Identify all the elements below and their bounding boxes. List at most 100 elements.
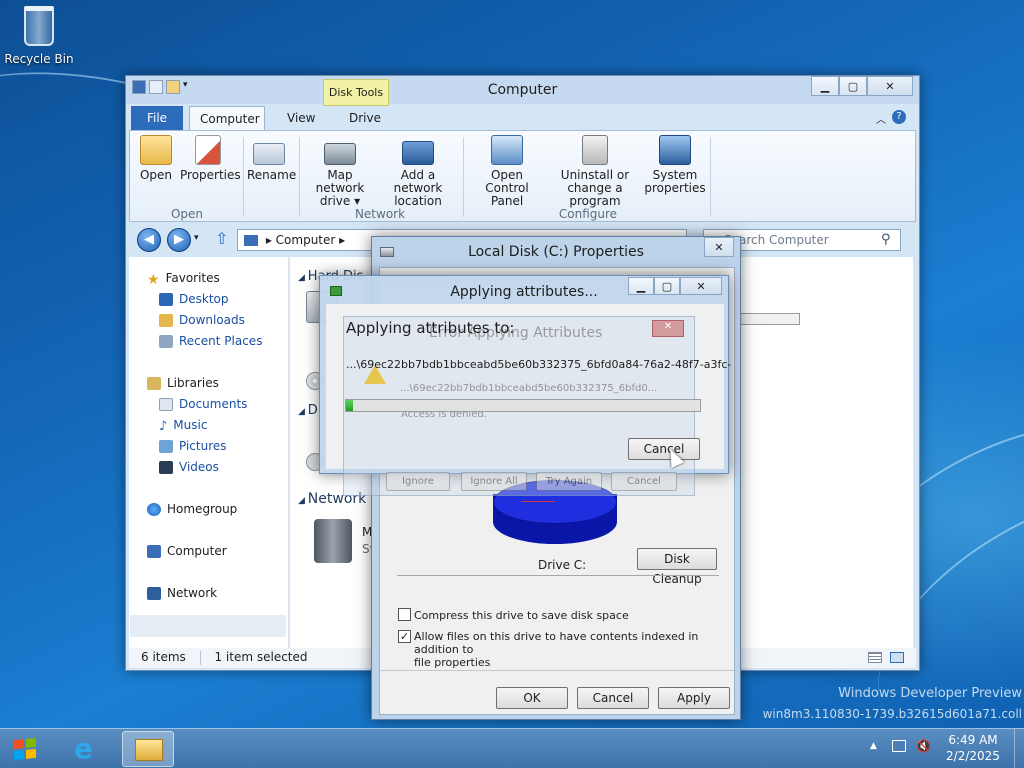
collapse-icon[interactable]: ◢ [298,273,308,283]
index-checkbox[interactable]: ✓ [398,630,411,643]
error-close-button[interactable]: ✕ [652,320,684,337]
progress-fill [346,400,354,411]
drive-label: Drive C: [538,558,587,572]
uninstall-icon [582,135,608,165]
status-divider [199,650,201,665]
nav-favorites-label: Favorites [165,271,220,285]
applying-minimize-button[interactable]: ▁ [628,277,654,295]
clock[interactable]: 6:49 AM 2/2/2025 [940,732,1006,764]
up-arrow-icon[interactable]: ⇧ [215,229,228,248]
uninstall-program-button[interactable]: Uninstall or change a program [546,135,644,208]
disk-cleanup-button[interactable]: Disk Cleanup [637,548,717,586]
tab-file[interactable]: File [131,106,183,130]
add-network-location-label: Add a network [393,168,443,195]
nav-computer[interactable]: Computer [147,544,227,558]
downloads-icon [159,313,173,327]
collapse-icon[interactable]: ◢ [298,496,308,506]
system-properties-button[interactable]: System properties [644,135,706,195]
applying-maximize-button[interactable]: ▢ [654,277,680,295]
devices-header[interactable]: ◢ D [298,403,318,418]
nav-desktop-label: Desktop [179,292,229,306]
maximize-button[interactable]: ▢ [839,76,867,96]
recycle-bin-shortcut[interactable]: Recycle Bin [4,6,74,66]
properties-button[interactable]: Properties [180,135,241,182]
rename-button[interactable]: Rename [247,135,296,182]
videos-icon [159,460,173,474]
navigation-pane: ★ Favorites Desktop Downloads Recent Pla… [129,257,289,648]
help-icon[interactable]: ? [892,110,906,124]
show-hidden-icons[interactable]: ▲ [870,741,877,751]
breadcrumb-chevron-icon[interactable]: ▸ [339,233,345,247]
breadcrumb-computer[interactable]: Computer [276,233,336,247]
collapse-icon[interactable]: ◢ [298,407,308,417]
properties-close-button[interactable]: ✕ [704,237,734,257]
control-panel-icon [491,135,523,165]
search-icon[interactable]: ⚲ [881,232,891,247]
index-label-line1: Allow files on this drive to have conten… [414,630,699,656]
cancel-button[interactable]: Cancel [577,687,649,709]
nav-downloads-label: Downloads [179,313,245,327]
compress-checkbox[interactable] [398,608,411,621]
recent-places-icon [159,334,173,348]
nav-pictures[interactable]: Pictures [159,439,227,453]
close-button[interactable]: ✕ [867,76,913,96]
nav-homegroup-label: Homegroup [167,502,238,516]
minimize-ribbon-icon[interactable]: ︿ [876,111,886,126]
network-computer-item[interactable] [314,519,352,563]
nav-homegroup[interactable]: Homegroup [147,502,237,516]
nav-recent-places[interactable]: Recent Places [159,334,262,348]
nav-videos[interactable]: Videos [159,460,219,474]
taskbar-internet-explorer[interactable]: e [62,731,114,767]
title-bar[interactable]: ▾ Disk Tools Computer ▁ ▢ ✕ [126,76,919,106]
tab-computer[interactable]: Computer [189,106,265,130]
apply-button[interactable]: Apply [658,687,730,709]
minimize-button[interactable]: ▁ [811,76,839,96]
applying-heading: Applying attributes to: [346,319,515,337]
show-desktop-button[interactable] [1014,729,1024,768]
music-icon: ♪ [159,418,168,434]
applying-cancel-button[interactable]: Cancel [628,438,700,460]
nav-desktop[interactable]: Desktop [159,292,229,306]
back-button[interactable]: ◀ [137,228,161,252]
index-label: Allow files on this drive to have conten… [414,630,734,669]
network-tray-icon[interactable] [892,740,906,752]
open-control-panel-button[interactable]: Open Control Panel [468,135,546,208]
nav-favorites[interactable]: ★ Favorites [147,271,220,288]
pictures-icon [159,439,173,453]
tab-drive[interactable]: Drive [339,106,391,130]
index-label-line2: file properties [414,656,491,669]
open-control-panel-label-2: Panel [490,194,524,208]
watermark-line1: Windows Developer Preview [838,686,1022,701]
applying-close-button[interactable]: ✕ [680,277,722,295]
nav-network[interactable]: Network [147,586,217,600]
nav-music[interactable]: ♪ Music [159,418,207,434]
recent-locations-icon[interactable]: ▾ [194,233,199,243]
taskbar-explorer[interactable] [122,731,174,767]
nav-downloads[interactable]: Downloads [159,313,245,327]
forward-button[interactable]: ▶ [167,228,191,252]
nav-documents[interactable]: Documents [159,397,247,411]
add-network-location-button[interactable]: Add a network location [378,135,458,208]
details-view-icon[interactable] [868,652,882,663]
nav-libraries[interactable]: Libraries [147,376,219,390]
nav-videos-label: Videos [179,460,219,474]
open-button[interactable]: Open [138,135,174,182]
ok-button[interactable]: OK [496,687,568,709]
network-location-icon [402,141,434,165]
watermark: Windows Developer Preview win8m3.110830-… [760,684,1022,724]
error-cancel-button[interactable]: Cancel [611,472,677,491]
ignore-all-button[interactable]: Ignore All [461,472,527,491]
file-explorer-icon [135,739,163,761]
ignore-button[interactable]: Ignore [386,472,450,491]
large-icons-view-icon[interactable] [890,652,904,663]
volume-muted-icon[interactable]: 🔇 [916,739,931,753]
error-path: ...\69ec22bb7bdb1bbceabd5be60b332375_6bf… [400,383,658,394]
start-button[interactable] [0,731,50,767]
try-again-button[interactable]: Try Again [536,472,602,491]
minimize-icon: ▁ [820,79,830,93]
compress-label: Compress this drive to save disk space [414,609,629,622]
map-network-drive-button[interactable]: Map network drive ▾ [304,135,376,208]
progress-bar [345,399,701,412]
documents-icon [159,397,173,411]
tab-view[interactable]: View [277,106,325,130]
